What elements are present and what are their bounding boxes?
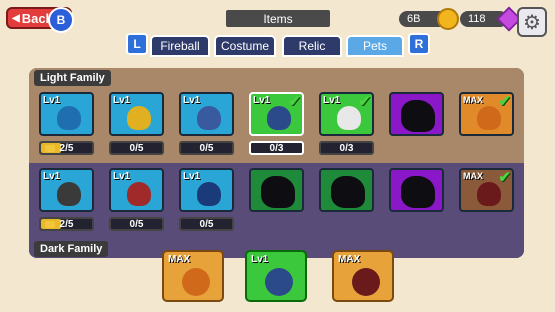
pet-level: Lv1 xyxy=(183,171,201,182)
pet-progress-bar: 0/5 xyxy=(179,217,234,231)
pet-level: MAX xyxy=(463,171,483,181)
pet-progress-bar: 0/5 xyxy=(109,141,164,155)
pet-sprite xyxy=(127,182,151,206)
equipped-pet-slot[interactable]: MAX xyxy=(162,250,224,302)
back-arrow-icon: ◀ xyxy=(12,12,20,24)
pet-card[interactable]: MAX ✔ xyxy=(459,92,514,136)
gear-icon: ⚙ xyxy=(523,11,541,34)
pet-card[interactable]: Lv1 ✔ xyxy=(249,92,304,136)
pet-level: Lv1 xyxy=(253,95,271,106)
pet-progress-bar: 0/5 xyxy=(179,141,234,155)
tab-relic[interactable]: Relic xyxy=(282,35,342,57)
pet-sprite xyxy=(57,182,81,206)
pet-progress-bar: 2/5 xyxy=(39,141,94,155)
locked-pet-card[interactable] xyxy=(319,168,374,212)
pet-sprite xyxy=(197,106,221,130)
pet-sprite xyxy=(57,106,81,130)
page-title: Items xyxy=(226,10,330,27)
pet-level: MAX xyxy=(168,254,191,265)
pet-progress-bar: 0/3 xyxy=(249,141,304,155)
equipped-pet-slot[interactable]: MAX xyxy=(332,250,394,302)
shard-icon xyxy=(45,145,55,152)
pet-card[interactable]: Lv1 xyxy=(109,168,164,212)
pet-progress-bar: 2/5 xyxy=(39,217,94,231)
locked-pet-card[interactable] xyxy=(249,168,304,212)
dark-family-label: Dark Family xyxy=(34,241,109,257)
pet-progress-bar: 0/3 xyxy=(319,141,374,155)
pet-sprite xyxy=(477,106,501,130)
b-button-badge: B xyxy=(48,7,74,33)
locked-pet-silhouette xyxy=(401,100,435,132)
owned-check-icon: ✔ xyxy=(498,169,511,186)
pet-sprite xyxy=(337,106,361,130)
pet-sprite xyxy=(127,106,151,130)
shard-icon xyxy=(45,221,55,228)
pet-level: Lv1 xyxy=(183,95,201,106)
pet-card[interactable]: Lv1 xyxy=(39,168,94,212)
pet-card[interactable]: Lv1 xyxy=(39,92,94,136)
tab-costume[interactable]: Costume xyxy=(214,35,276,57)
right-shoulder-button[interactable]: R xyxy=(408,33,430,55)
left-shoulder-button[interactable]: L xyxy=(126,33,148,55)
pet-sprite xyxy=(182,268,210,296)
pet-card[interactable]: Lv1 ✔ xyxy=(319,92,374,136)
owned-check-icon: ✔ xyxy=(358,93,371,110)
pet-level: MAX xyxy=(463,95,483,105)
locked-pet-silhouette xyxy=(261,176,295,208)
gold-counter: 6B xyxy=(399,8,459,30)
tab-pets[interactable]: Pets xyxy=(346,35,404,57)
pet-card[interactable]: Lv1 xyxy=(109,92,164,136)
pet-sprite xyxy=(477,182,501,206)
progress-text: 2/5 xyxy=(59,218,74,230)
pet-sprite xyxy=(197,182,221,206)
pet-sprite xyxy=(265,268,293,296)
pet-progress-bar: 0/5 xyxy=(109,217,164,231)
locked-pet-silhouette xyxy=(331,176,365,208)
progress-text: 2/5 xyxy=(59,142,74,154)
coin-icon xyxy=(437,8,459,30)
locked-pet-card[interactable] xyxy=(389,92,444,136)
owned-check-icon: ✔ xyxy=(498,93,511,110)
progress-text: 0/3 xyxy=(269,142,284,154)
pet-card[interactable]: MAX ✔ xyxy=(459,168,514,212)
progress-text: 0/3 xyxy=(339,142,354,154)
progress-text: 0/5 xyxy=(199,142,214,154)
pet-card[interactable]: Lv1 xyxy=(179,168,234,212)
pet-level: Lv1 xyxy=(43,95,61,106)
pet-level: Lv1 xyxy=(113,171,131,182)
equipped-pet-slot[interactable]: Lv1 xyxy=(245,250,307,302)
light-family-label: Light Family xyxy=(34,70,111,86)
tab-fireball[interactable]: Fireball xyxy=(150,35,210,57)
pet-card[interactable]: Lv1 xyxy=(179,92,234,136)
locked-pet-silhouette xyxy=(401,176,435,208)
pet-level: Lv1 xyxy=(323,95,341,106)
progress-text: 0/5 xyxy=(129,218,144,230)
pet-level: MAX xyxy=(338,254,361,265)
pet-sprite xyxy=(267,106,291,130)
pet-level: Lv1 xyxy=(251,254,269,265)
locked-pet-card[interactable] xyxy=(389,168,444,212)
settings-button[interactable]: ⚙ xyxy=(517,7,547,37)
gem-counter: 118 xyxy=(460,6,522,32)
owned-check-icon: ✔ xyxy=(288,93,301,110)
pet-sprite xyxy=(352,268,380,296)
back-button[interactable]: ◀ Back B xyxy=(6,7,74,33)
progress-text: 0/5 xyxy=(129,142,144,154)
progress-text: 0/5 xyxy=(199,218,214,230)
pet-level: Lv1 xyxy=(43,171,61,182)
pet-level: Lv1 xyxy=(113,95,131,106)
gem-amount: 118 xyxy=(468,13,486,25)
gold-amount: 6B xyxy=(407,13,421,25)
